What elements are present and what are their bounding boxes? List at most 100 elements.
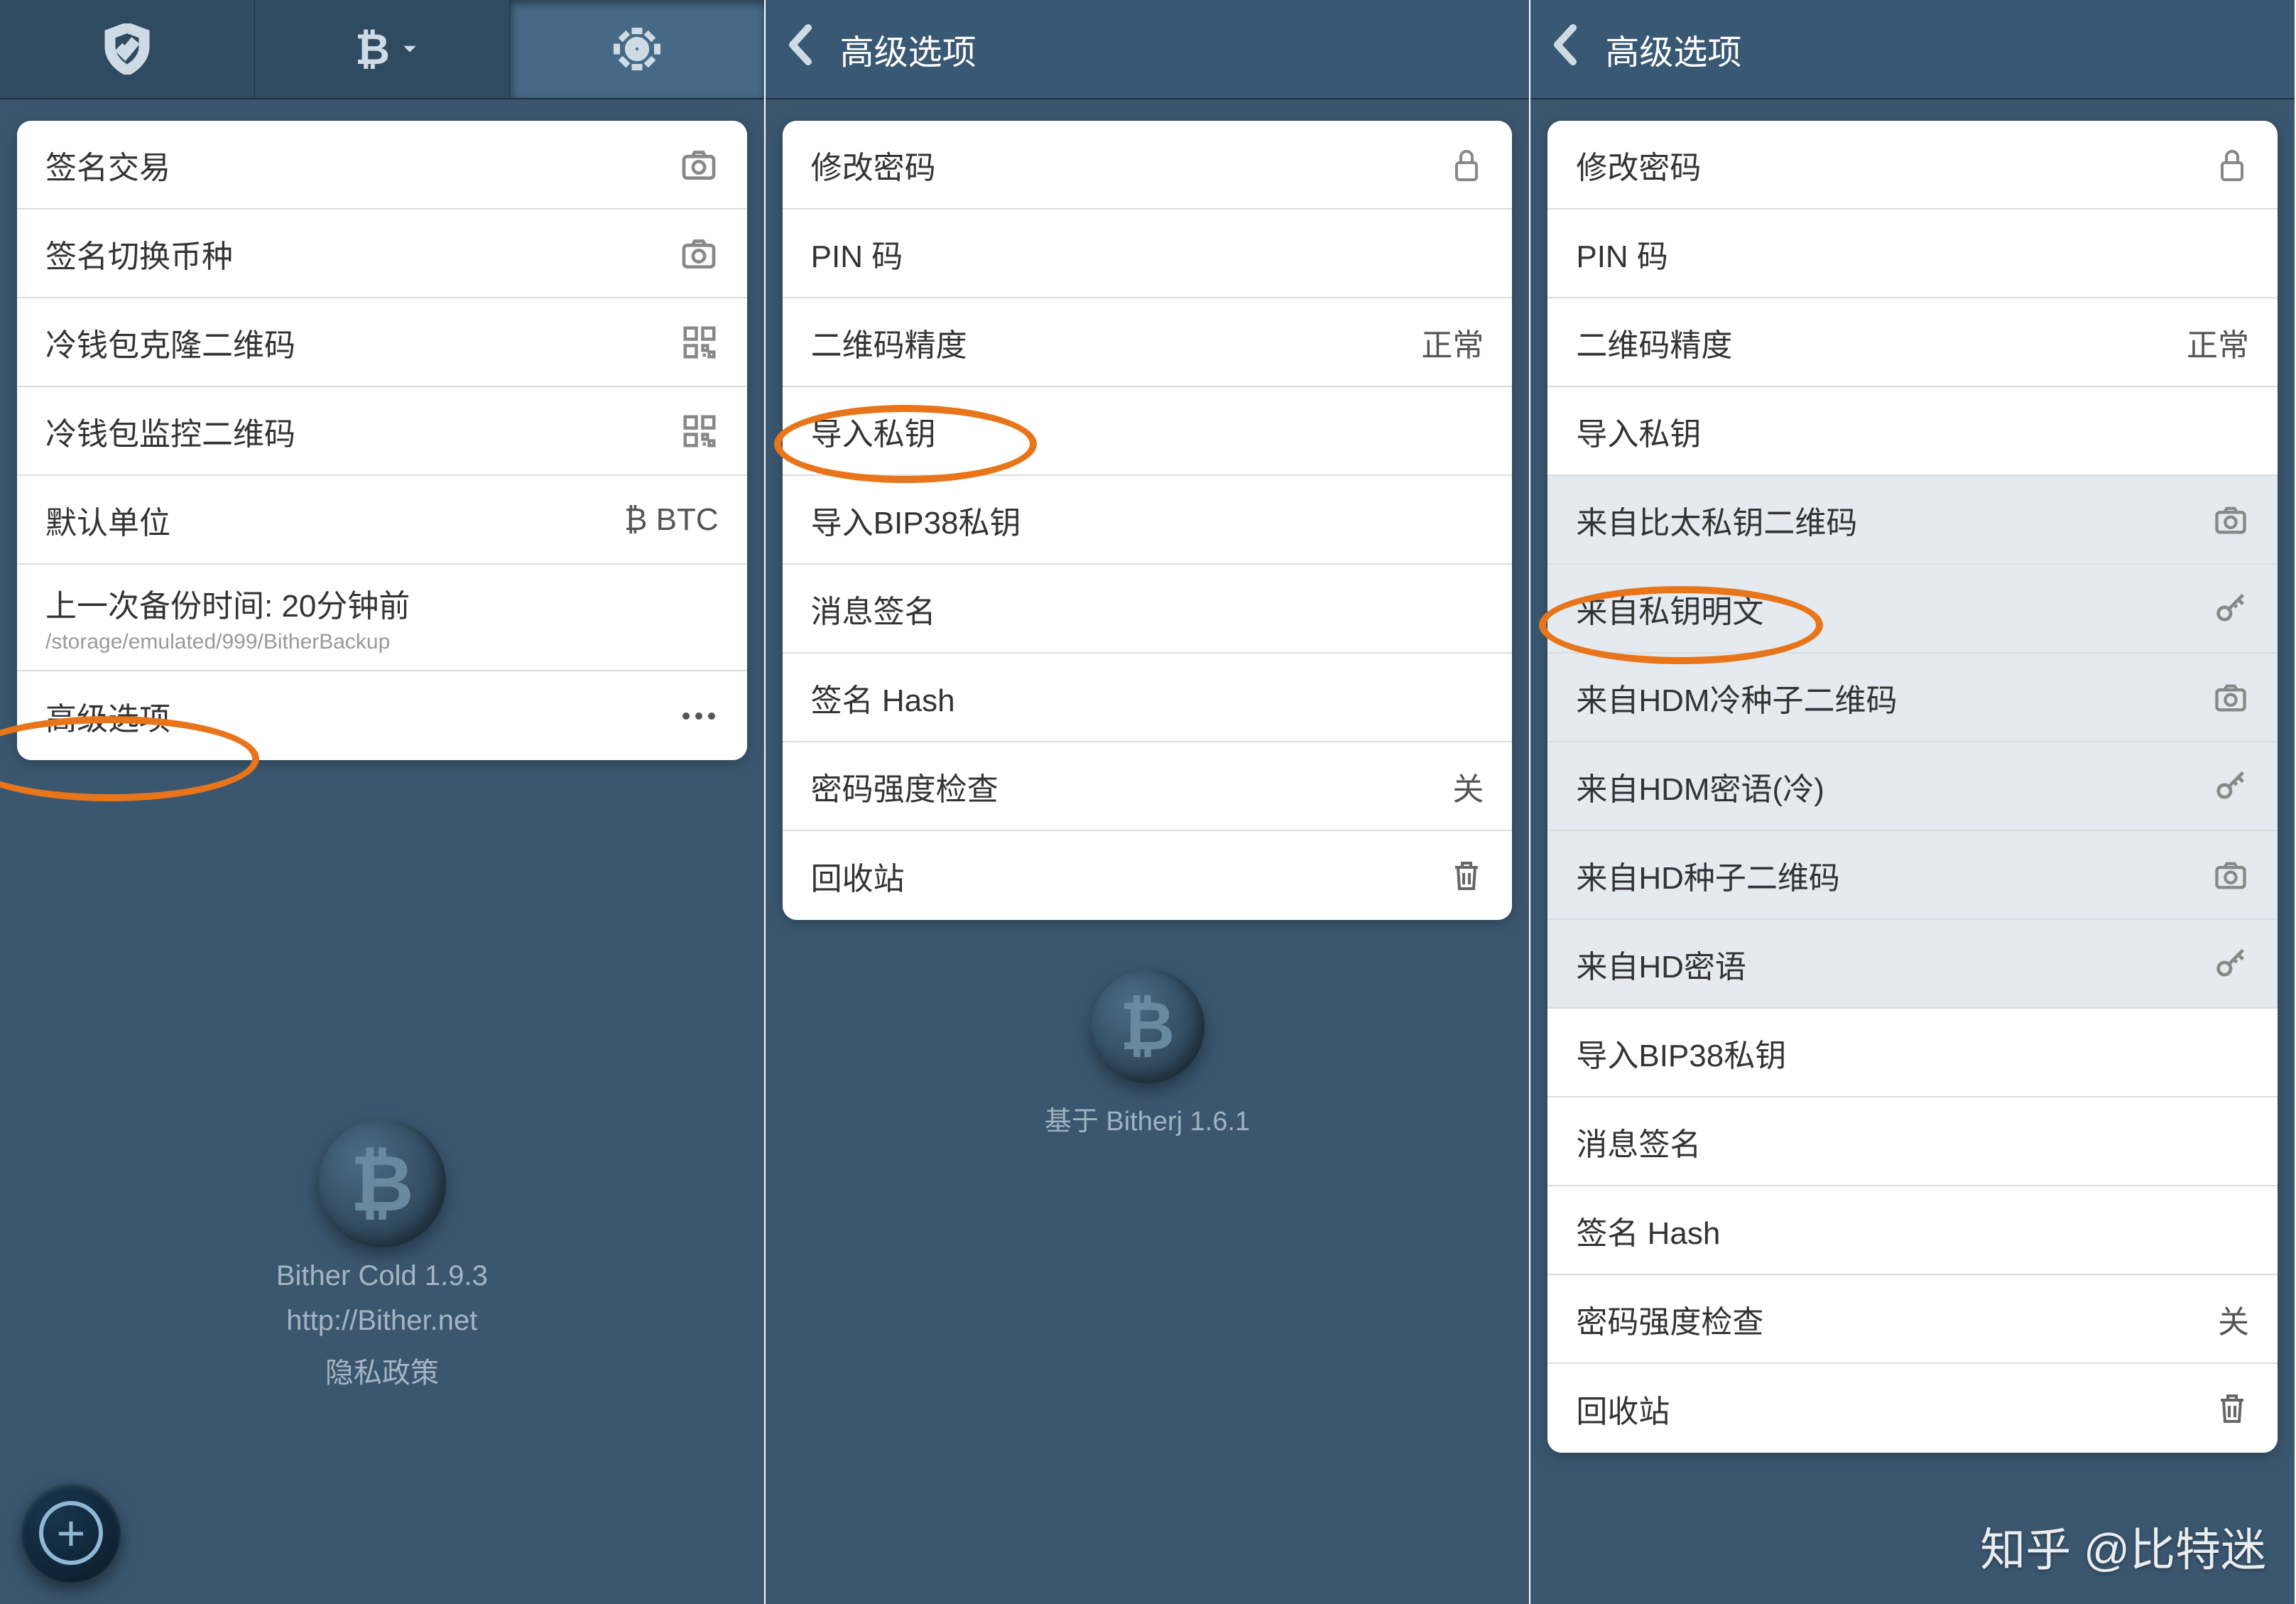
footer-info-2: ₿ 基于 Bitherj 1.6.1 xyxy=(1080,970,1215,1138)
row-label: 默认单位 xyxy=(45,497,170,543)
row-pin[interactable]: PIN 码 xyxy=(783,210,1513,298)
footer-text: 基于 Bitherj 1.6.1 xyxy=(1045,1099,1250,1138)
row-label: 导入BIP38私钥 xyxy=(811,497,1021,543)
pane-advanced: 高级选项 修改密码 PIN 码 二维码精度 正常 导入私钥 导入BIP38私钥 … xyxy=(766,0,1531,1604)
row-pin[interactable]: PIN 码 xyxy=(1547,210,2278,298)
row-default-unit[interactable]: 默认单位 ₿ BTC xyxy=(17,476,747,565)
row-label: 签名切换币种 xyxy=(45,231,233,276)
pane-advanced-expanded: 高级选项 修改密码 PIN 码 二维码精度 正常 导入私钥 来自比太私钥二维码 … xyxy=(1530,0,2296,1604)
row-sign-hash[interactable]: 签名 Hash xyxy=(783,654,1513,742)
row-label: 来自HD种子二维码 xyxy=(1576,852,1840,898)
row-value: 关 xyxy=(2218,1296,2249,1342)
row-from-privkey-text[interactable]: 来自私钥明文 xyxy=(1547,565,2278,654)
row-label: 签名交易 xyxy=(45,142,170,188)
row-label: 回收站 xyxy=(1576,1386,1670,1431)
advanced-card-expanded: 修改密码 PIN 码 二维码精度 正常 导入私钥 来自比太私钥二维码 来自私钥明… xyxy=(1547,121,2278,1453)
row-value: ₿ BTC xyxy=(624,502,719,538)
camera-icon xyxy=(2212,857,2249,894)
trash-icon xyxy=(2215,1390,2249,1427)
page-title: 高级选项 xyxy=(840,24,976,74)
row-from-hd-phrase[interactable]: 来自HD密语 xyxy=(1547,920,2278,1009)
row-import-bip38[interactable]: 导入BIP38私钥 xyxy=(783,476,1513,565)
row-from-bither-qr[interactable]: 来自比太私钥二维码 xyxy=(1547,476,2278,565)
tab-settings-gear[interactable] xyxy=(510,0,764,98)
subheader: 高级选项 xyxy=(1530,0,2295,99)
row-label: 修改密码 xyxy=(1576,142,1701,188)
subheader: 高级选项 xyxy=(766,0,1530,99)
row-recycle-bin[interactable]: 回收站 xyxy=(783,831,1513,920)
row-qr-precision[interactable]: 二维码精度 正常 xyxy=(1547,298,2278,387)
tab-bar: ₿ xyxy=(0,0,764,99)
row-label: 来自HDM密语(冷) xyxy=(1576,764,1824,809)
row-from-hdm-phrase[interactable]: 来自HDM密语(冷) xyxy=(1547,742,2278,831)
trash-icon xyxy=(1449,857,1484,894)
row-label: 二维码精度 xyxy=(1576,320,1732,365)
row-change-password[interactable]: 修改密码 xyxy=(1547,121,2278,210)
row-label: 导入私钥 xyxy=(811,408,936,454)
row-label: PIN 码 xyxy=(811,231,903,276)
row-advanced[interactable]: 高级选项 xyxy=(17,671,747,760)
row-label: PIN 码 xyxy=(1576,231,1668,276)
row-recycle-bin[interactable]: 回收站 xyxy=(1547,1364,2278,1453)
back-button[interactable] xyxy=(1552,23,1580,75)
row-cold-clone-qr[interactable]: 冷钱包克隆二维码 xyxy=(17,298,747,387)
row-msg-sign[interactable]: 消息签名 xyxy=(783,565,1513,654)
row-import-privkey[interactable]: 导入私钥 xyxy=(783,387,1513,476)
key-icon xyxy=(2212,590,2249,627)
row-cold-monitor-qr[interactable]: 冷钱包监控二维码 xyxy=(17,387,747,476)
row-value: 正常 xyxy=(2187,320,2249,365)
row-msg-sign[interactable]: 消息签名 xyxy=(1547,1098,2278,1186)
tab-bitcoin[interactable]: ₿ xyxy=(255,0,510,98)
watermark: 知乎 @比特迷 xyxy=(1980,1514,2266,1579)
qr-icon xyxy=(680,412,719,450)
bitcoin-emblem: ₿ xyxy=(318,1120,446,1247)
privacy-link[interactable]: 隐私政策 xyxy=(325,1350,439,1391)
row-label: 导入BIP38私钥 xyxy=(1576,1030,1786,1075)
row-label: 高级选项 xyxy=(45,693,170,739)
fab-add[interactable]: + xyxy=(21,1483,121,1583)
row-sign-switch-coin[interactable]: 签名切换币种 xyxy=(17,210,747,298)
row-sublabel: /storage/emulated/999/BitherBackup xyxy=(45,630,390,654)
row-label: 回收站 xyxy=(811,853,905,899)
row-label: 来自HD密语 xyxy=(1576,941,1746,987)
back-button[interactable] xyxy=(787,23,815,75)
row-label: 导入私钥 xyxy=(1576,408,1701,454)
key-icon xyxy=(2212,945,2249,982)
row-label: 修改密码 xyxy=(811,142,936,188)
row-label: 来自HDM冷种子二维码 xyxy=(1576,675,1897,720)
row-import-privkey[interactable]: 导入私钥 xyxy=(1547,387,2278,476)
row-import-bip38[interactable]: 导入BIP38私钥 xyxy=(1547,1009,2278,1098)
row-pw-strength[interactable]: 密码强度检查 关 xyxy=(1547,1275,2278,1364)
row-from-hdm-seed-qr[interactable]: 来自HDM冷种子二维码 xyxy=(1547,654,2278,742)
camera-icon xyxy=(2212,679,2249,716)
row-label: 密码强度检查 xyxy=(1576,1296,1763,1342)
row-label: 二维码精度 xyxy=(811,320,967,365)
camera-icon xyxy=(2212,502,2249,538)
row-from-hd-seed-qr[interactable]: 来自HD种子二维码 xyxy=(1547,831,2278,920)
row-sign-hash[interactable]: 签名 Hash xyxy=(1547,1186,2278,1275)
row-label: 签名 Hash xyxy=(1576,1208,1720,1253)
row-pw-strength[interactable]: 密码强度检查 关 xyxy=(783,742,1513,831)
key-icon xyxy=(2212,768,2249,805)
row-qr-precision[interactable]: 二维码精度 正常 xyxy=(783,298,1513,387)
row-label: 上一次备份时间: 20分钟前 xyxy=(45,580,410,626)
app-url[interactable]: http://Bither.net xyxy=(286,1305,477,1337)
row-label: 密码强度检查 xyxy=(811,764,999,809)
bitcoin-emblem: ₿ xyxy=(1091,970,1204,1083)
row-value: 正常 xyxy=(1421,320,1484,365)
page-title: 高级选项 xyxy=(1605,24,1741,74)
row-last-backup[interactable]: 上一次备份时间: 20分钟前 /storage/emulated/999/Bit… xyxy=(17,565,747,671)
row-change-password[interactable]: 修改密码 xyxy=(783,121,1513,210)
camera-icon xyxy=(679,145,719,185)
row-sign-tx[interactable]: 签名交易 xyxy=(17,121,747,210)
app-name: Bither Cold 1.9.3 xyxy=(276,1260,488,1292)
qr-icon xyxy=(680,323,719,362)
row-label: 消息签名 xyxy=(811,586,936,632)
tab-shield[interactable] xyxy=(0,0,255,98)
row-label: 冷钱包克隆二维码 xyxy=(45,320,295,365)
more-icon xyxy=(679,709,719,723)
advanced-card: 修改密码 PIN 码 二维码精度 正常 导入私钥 导入BIP38私钥 消息签名 … xyxy=(783,121,1513,920)
row-label: 来自私钥明文 xyxy=(1576,586,1763,632)
lock-icon xyxy=(1449,146,1484,184)
svg-text:₿: ₿ xyxy=(355,26,390,73)
